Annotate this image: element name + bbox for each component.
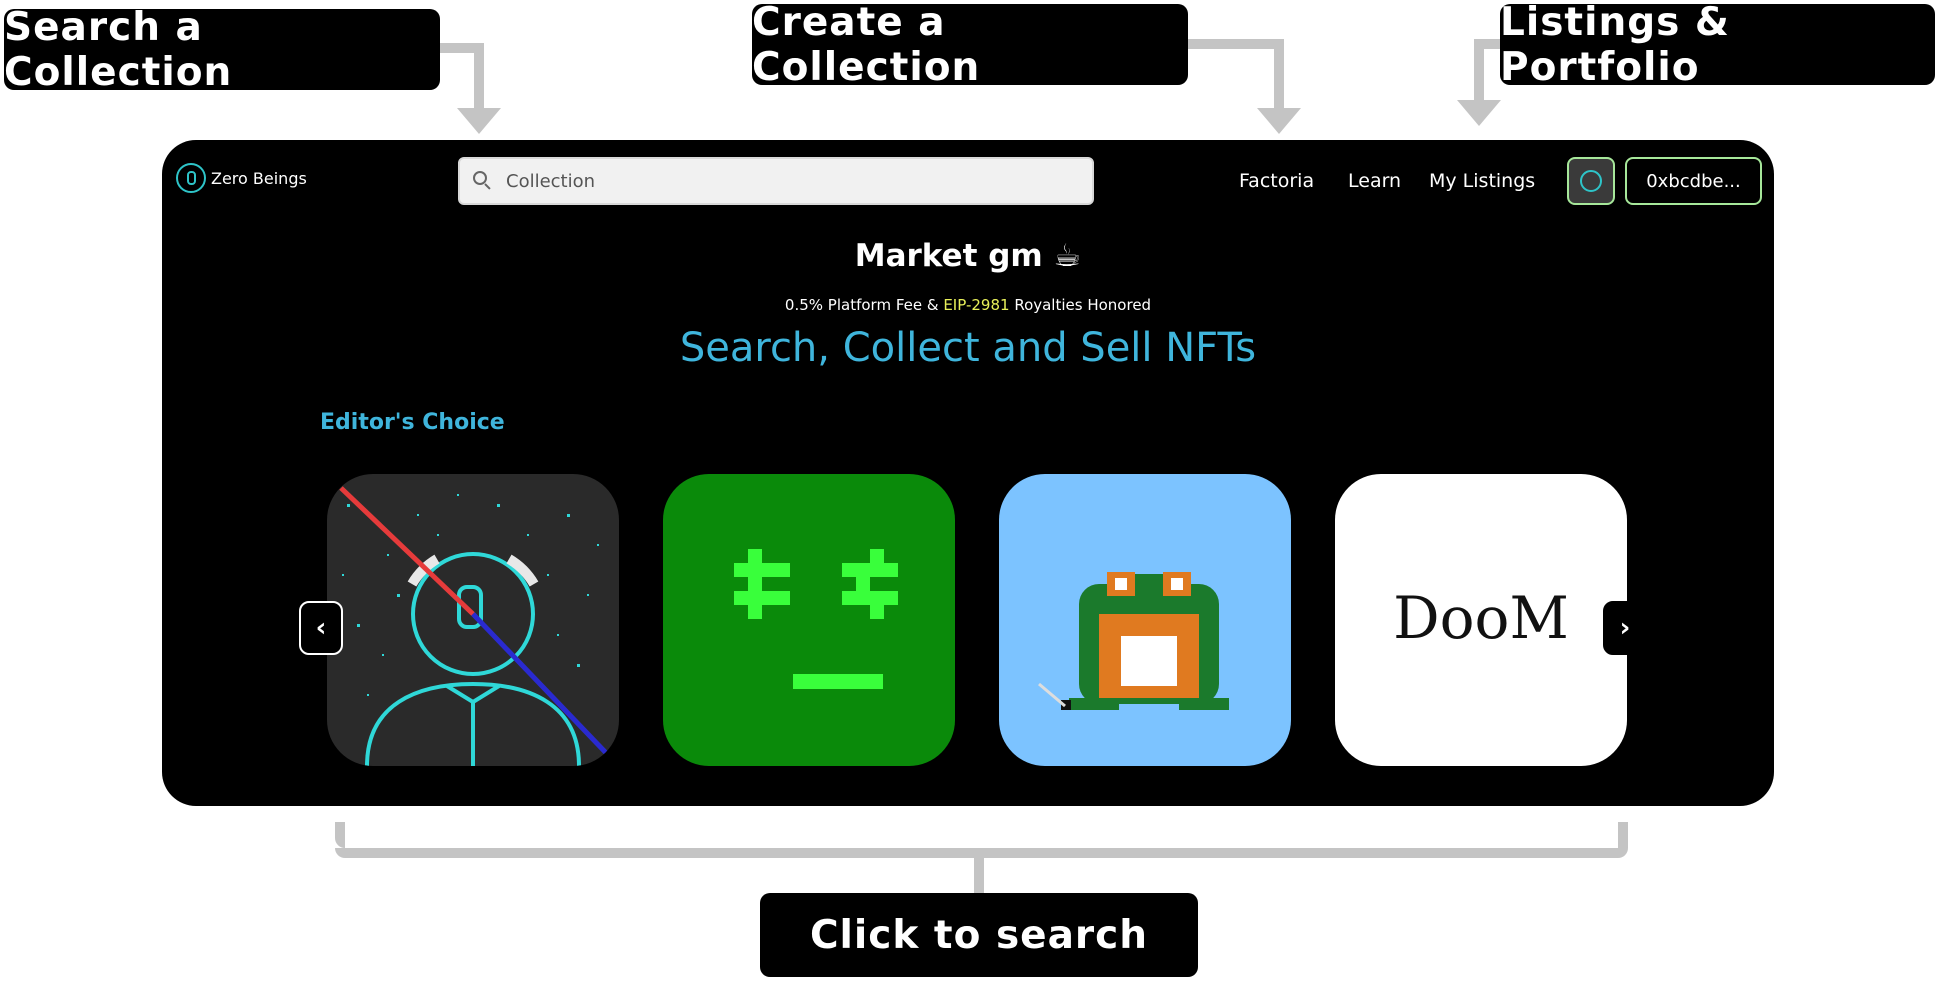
brand-name: Zero Beings xyxy=(211,168,307,188)
avatar-button[interactable] xyxy=(1567,157,1615,205)
nft-card-doom[interactable]: DooM xyxy=(1335,474,1627,766)
bracket-right xyxy=(1618,822,1628,848)
hero-title: Market gm ☕ xyxy=(854,238,1082,274)
eip-link[interactable]: EIP-2981 xyxy=(943,296,1009,314)
nav-my-listings[interactable]: My Listings xyxy=(1429,170,1535,192)
fee-text: 0.5% Platform Fee & xyxy=(784,296,944,314)
hero-subtitle: 0.5% Platform Fee & EIP-2981 Royalties H… xyxy=(162,296,1774,314)
arrowhead-listings xyxy=(1457,100,1501,126)
arrowhead-create xyxy=(1257,108,1301,134)
connector-listings-v xyxy=(1474,39,1484,103)
doom-text: DooM xyxy=(1393,584,1569,652)
nft-card-frog[interactable] xyxy=(999,474,1291,766)
arrowhead-search xyxy=(457,108,501,134)
frog-image xyxy=(1038,572,1229,710)
callout-search-collection: Search a Collection xyxy=(4,5,440,95)
carousel-prev-button[interactable]: ‹ xyxy=(299,601,343,655)
doom-image: DooM xyxy=(1393,584,1569,652)
bracket-stem xyxy=(974,858,984,893)
nft-card-green-face[interactable] xyxy=(663,474,955,766)
callout-create-collection: Create a Collection xyxy=(752,0,1188,90)
nav-learn[interactable]: Learn xyxy=(1348,170,1401,192)
bracket-bottom xyxy=(335,848,1628,858)
brand-logo-icon xyxy=(176,163,206,193)
callout-click-to-search: Click to search xyxy=(760,893,1198,977)
astronaut-image xyxy=(339,486,611,766)
connector-search-v xyxy=(474,43,484,111)
editors-choice-title: Editor's Choice xyxy=(320,410,505,435)
app-window: Zero Beings Factoria Learn My Listings 0… xyxy=(162,140,1774,806)
green-face-image xyxy=(734,549,898,689)
tagline: Search, Collect and Sell NFTs xyxy=(679,325,1257,371)
connector-create-h xyxy=(1188,39,1284,49)
bracket-left xyxy=(335,822,345,848)
nav-factoria[interactable]: Factoria xyxy=(1239,170,1314,192)
connector-create-v xyxy=(1274,39,1284,111)
search-bar[interactable] xyxy=(458,157,1094,205)
callout-listings-portfolio: Listings & Portfolio xyxy=(1500,0,1935,90)
brand[interactable]: Zero Beings xyxy=(176,163,307,193)
royalties-text: Royalties Honored xyxy=(1009,296,1152,314)
avatar-icon xyxy=(1580,170,1602,192)
nft-card-astronaut[interactable] xyxy=(327,474,619,766)
carousel-next-button[interactable]: › xyxy=(1603,601,1647,655)
search-icon xyxy=(472,170,494,192)
search-input[interactable] xyxy=(504,169,1068,193)
wallet-address-button[interactable]: 0xbcdbe... xyxy=(1625,157,1762,205)
